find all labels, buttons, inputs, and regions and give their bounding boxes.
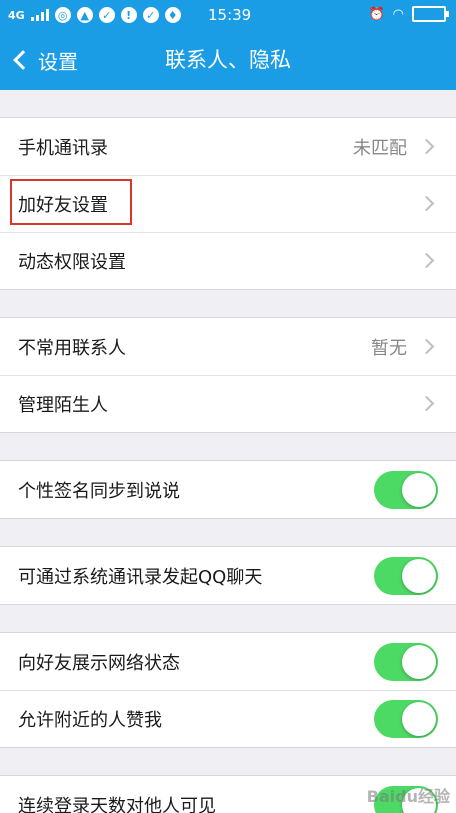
toggle-knob bbox=[402, 644, 436, 679]
settings-row[interactable]: 管理陌生人 bbox=[0, 375, 456, 432]
settings-list: 手机通讯录 未匹配加好友设置动态权限设置 不常用联系人 暂无管理陌生人个性签名同步到说… bbox=[0, 90, 456, 813]
settings-row[interactable]: 不常用联系人 暂无 bbox=[0, 318, 456, 375]
row-label: 加好友设置 bbox=[18, 194, 108, 216]
row-label: 动态权限设置 bbox=[18, 251, 126, 273]
watermark: Baidu经验 bbox=[366, 787, 450, 806]
section-gap bbox=[0, 605, 456, 633]
toggle-switch[interactable] bbox=[374, 642, 438, 681]
settings-group: 可通过系统通讯录发起QQ聊天 bbox=[0, 547, 456, 605]
alarm-icon: ⏰ bbox=[368, 6, 385, 22]
chevron-right-icon bbox=[418, 252, 435, 269]
status-time: 15:39 bbox=[208, 6, 252, 24]
toggle-knob bbox=[402, 558, 436, 593]
nav-bar: 设置 联系人、隐私 bbox=[0, 30, 456, 90]
row-value: 暂无 bbox=[371, 337, 407, 359]
page-title: 联系人、隐私 bbox=[165, 48, 291, 72]
check-icon: ✓ bbox=[98, 7, 115, 23]
shield-icon: ✓ bbox=[142, 7, 159, 23]
settings-row[interactable]: 动态权限设置 bbox=[0, 232, 456, 289]
chevron-right-icon bbox=[418, 195, 435, 212]
chevron-right-icon bbox=[418, 138, 435, 155]
row-label: 手机通讯录 bbox=[18, 137, 108, 159]
chevron-right-icon bbox=[418, 395, 435, 412]
alert-icon: ! bbox=[120, 7, 137, 23]
weibo-icon: ◎ bbox=[54, 7, 71, 23]
battery-icon bbox=[412, 6, 449, 22]
toggle-switch[interactable] bbox=[374, 556, 438, 595]
signal-icon bbox=[30, 9, 49, 21]
row-label: 不常用联系人 bbox=[18, 337, 126, 359]
settings-row[interactable]: 加好友设置 bbox=[0, 175, 456, 232]
row-label: 连续登录天数对他人可见 bbox=[18, 795, 216, 813]
settings-group: 不常用联系人 暂无管理陌生人 bbox=[0, 318, 456, 433]
settings-row[interactable]: 向好友展示网络状态 bbox=[0, 633, 456, 690]
row-label: 个性签名同步到说说 bbox=[18, 480, 180, 502]
settings-group: 向好友展示网络状态 允许附近的人赞我 bbox=[0, 633, 456, 748]
row-label: 允许附近的人赞我 bbox=[18, 709, 162, 731]
wifi-icon: ◠ bbox=[392, 6, 404, 22]
section-gap bbox=[0, 290, 456, 318]
settings-row[interactable]: 可通过系统通讯录发起QQ聊天 bbox=[0, 547, 456, 604]
row-value: 未匹配 bbox=[353, 137, 407, 159]
toggle-switch[interactable] bbox=[374, 699, 438, 738]
network-type: 4G bbox=[8, 8, 25, 22]
row-label: 可通过系统通讯录发起QQ聊天 bbox=[18, 566, 263, 588]
settings-row[interactable]: 手机通讯录 未匹配 bbox=[0, 118, 456, 175]
settings-group: 手机通讯录 未匹配加好友设置动态权限设置 bbox=[0, 118, 456, 290]
toggle-switch[interactable] bbox=[374, 470, 438, 509]
flame-icon: ♦ bbox=[164, 7, 181, 23]
section-gap bbox=[0, 433, 456, 461]
section-gap bbox=[0, 519, 456, 547]
section-gap bbox=[0, 90, 456, 118]
settings-group: 个性签名同步到说说 bbox=[0, 461, 456, 519]
row-label: 管理陌生人 bbox=[18, 394, 108, 416]
chevron-right-icon bbox=[418, 338, 435, 355]
settings-row[interactable]: 允许附近的人赞我 bbox=[0, 690, 456, 747]
android-icon: ▲ bbox=[76, 7, 93, 23]
toggle-knob bbox=[402, 472, 436, 507]
settings-row[interactable]: 个性签名同步到说说 bbox=[0, 461, 456, 518]
toggle-knob bbox=[402, 701, 436, 736]
section-gap bbox=[0, 748, 456, 776]
row-label: 向好友展示网络状态 bbox=[18, 652, 180, 674]
status-bar: 4G ◎ ▲ ✓ ! ✓ ♦ 15:39 ⏰ ◠ bbox=[0, 0, 456, 30]
